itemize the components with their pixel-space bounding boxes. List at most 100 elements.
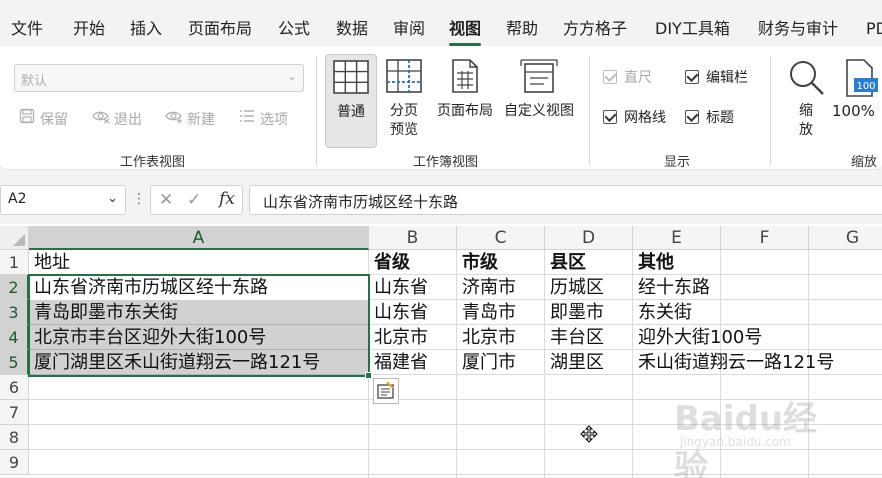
cell-b1[interactable]: 省级 xyxy=(369,250,410,275)
tab-view[interactable]: 视图 xyxy=(449,18,482,46)
ribbon-panel: 默认 ⌄ 保留 退出 新建 选项 工作表视图 普通 分页 预览 页面布局 自定义… xyxy=(0,46,882,170)
zoom-label-1: 缩 xyxy=(799,103,813,119)
tab-review[interactable]: 审阅 xyxy=(393,18,425,40)
column-header-c[interactable]: C xyxy=(457,226,545,250)
row-header-2[interactable]: 2 xyxy=(0,275,29,300)
sheet-view-value: 默认 xyxy=(21,74,48,89)
cancel-icon[interactable]: ✕ xyxy=(159,190,173,210)
cell-b2[interactable]: 山东省 xyxy=(369,275,428,300)
checkbox-checked-icon xyxy=(685,70,699,84)
cell-b3[interactable]: 山东省 xyxy=(369,300,428,325)
row-header-8[interactable]: 8 xyxy=(0,425,29,450)
custom-view-button[interactable]: 自定义视图 xyxy=(500,54,578,148)
cell-b4[interactable]: 北京市 xyxy=(369,325,428,350)
magnifier-icon xyxy=(790,61,824,95)
column-header-g[interactable]: G xyxy=(809,226,882,250)
page-break-label-2: 预览 xyxy=(390,122,418,138)
quick-analysis-button[interactable] xyxy=(373,378,399,404)
exit-label: 退出 xyxy=(114,112,142,128)
selection-border xyxy=(28,274,370,377)
headings-checkbox[interactable]: 标题 xyxy=(685,108,734,128)
row-header-4[interactable]: 4 xyxy=(0,325,29,350)
name-box-value: A2 xyxy=(8,191,27,207)
tab-insert[interactable]: 插入 xyxy=(130,18,162,40)
formula-bar-checkbox[interactable]: 编辑栏 xyxy=(685,68,748,88)
ribbon: 默认 ⌄ 保留 退出 新建 选项 工作表视图 普通 分页 预览 页面布局 自定义… xyxy=(0,46,882,176)
page-layout-view-button[interactable]: 页面布局 xyxy=(431,54,499,148)
list-icon xyxy=(238,108,256,130)
select-all-corner[interactable] xyxy=(0,226,29,250)
tab-fangfang[interactable]: 方方格子 xyxy=(563,18,627,40)
zoom-button[interactable]: 缩 放 xyxy=(783,54,829,148)
row-header-7[interactable]: 7 xyxy=(0,400,29,425)
row-header-9[interactable]: 9 xyxy=(0,450,29,475)
formula-bar-area: A2 ⌄ ⋮ ✕ ✓ fx 山东省济南市历城区经十东路 xyxy=(0,176,882,224)
eye-add-icon xyxy=(165,108,183,130)
cell-a1[interactable]: 地址 xyxy=(29,250,70,275)
watermark: Baidu经验 jingyan.baidu.com xyxy=(668,391,838,478)
group-separator xyxy=(316,56,317,166)
tab-formulas[interactable]: 公式 xyxy=(278,18,310,40)
tab-file[interactable]: 文件 xyxy=(11,18,43,40)
formula-input[interactable]: 山东省济南市历城区经十东路 xyxy=(249,185,882,215)
row-header-5[interactable]: 5 xyxy=(0,350,29,375)
cell-e4[interactable]: 迎外大街100号 xyxy=(633,325,762,350)
zoom-100-icon: 100 xyxy=(846,59,878,97)
cell-c5[interactable]: 厦门市 xyxy=(457,350,516,375)
options-button[interactable]: 选项 xyxy=(238,108,288,128)
zoom-100-button[interactable]: 100 100% xyxy=(832,54,882,148)
column-header-b[interactable]: B xyxy=(369,226,457,250)
cell-d1[interactable]: 县区 xyxy=(545,250,586,275)
checkbox-checked-icon xyxy=(685,110,699,124)
tab-home[interactable]: 开始 xyxy=(73,18,105,40)
column-header-a[interactable]: A xyxy=(29,226,369,250)
tab-help[interactable]: 帮助 xyxy=(506,18,538,40)
page-break-preview-button[interactable]: 分页 预览 xyxy=(381,54,427,148)
cell-e2[interactable]: 经十东路 xyxy=(633,275,710,300)
row-header-6[interactable]: 6 xyxy=(0,375,29,400)
cell-d5[interactable]: 湖里区 xyxy=(545,350,604,375)
cell-c2[interactable]: 济南市 xyxy=(457,275,516,300)
column-header-d[interactable]: D xyxy=(545,226,633,250)
cell-b5[interactable]: 福建省 xyxy=(369,350,428,375)
cell-e3[interactable]: 东关街 xyxy=(633,300,692,325)
more-vertical-icon[interactable]: ⋮ xyxy=(132,191,146,207)
column-header-e[interactable]: E xyxy=(633,226,721,250)
cell-c3[interactable]: 青岛市 xyxy=(457,300,516,325)
fill-handle[interactable] xyxy=(365,372,372,379)
quick-analysis-icon xyxy=(377,381,394,399)
row-header-1[interactable]: 1 xyxy=(0,250,29,275)
cell-d4[interactable]: 丰台区 xyxy=(545,325,604,350)
cell-c1[interactable]: 市级 xyxy=(457,250,498,275)
tab-page-layout[interactable]: 页面布局 xyxy=(188,18,252,40)
sheet-view-dropdown[interactable]: 默认 ⌄ xyxy=(14,64,304,92)
gridlines-checkbox[interactable]: 网格线 xyxy=(603,108,666,128)
cell-c4[interactable]: 北京市 xyxy=(457,325,516,350)
keep-button[interactable]: 保留 xyxy=(18,108,68,128)
tab-diy-toolbox[interactable]: DIY工具箱 xyxy=(655,18,730,40)
page-layout-label: 页面布局 xyxy=(437,103,493,119)
grid-view-icon xyxy=(333,60,369,94)
confirm-icon[interactable]: ✓ xyxy=(187,190,201,210)
tab-finance[interactable]: 财务与审计 xyxy=(758,18,838,40)
insert-function-icon[interactable]: fx xyxy=(219,189,235,209)
row-header-3[interactable]: 3 xyxy=(0,300,29,325)
column-header-f[interactable]: F xyxy=(721,226,809,250)
tab-data[interactable]: 数据 xyxy=(336,18,368,40)
cell-d3[interactable]: 即墨市 xyxy=(545,300,604,325)
cell-e5[interactable]: 禾山街道翔云一路121号 xyxy=(633,350,834,375)
normal-view-button[interactable]: 普通 xyxy=(325,54,377,148)
cell-d2[interactable]: 历城区 xyxy=(545,275,604,300)
chevron-down-icon: ⌄ xyxy=(286,69,297,83)
worksheet-grid[interactable]: A B C D E F G 1 2 3 4 5 6 7 8 9 地址 省级 市级… xyxy=(0,226,882,478)
tab-pdf[interactable]: PD xyxy=(866,18,882,40)
page-layout-icon xyxy=(452,59,478,93)
group-label-sheet-view: 工作表视图 xyxy=(120,155,186,170)
headings-label: 标题 xyxy=(706,110,734,126)
name-box[interactable]: A2 ⌄ xyxy=(0,185,126,215)
exit-button[interactable]: 退出 xyxy=(92,108,142,128)
group-label-zoom: 缩放 xyxy=(851,155,878,170)
new-view-button[interactable]: 新建 xyxy=(165,108,215,128)
ruler-checkbox[interactable]: 直尺 xyxy=(603,68,652,88)
cell-e1[interactable]: 其他 xyxy=(633,250,674,275)
